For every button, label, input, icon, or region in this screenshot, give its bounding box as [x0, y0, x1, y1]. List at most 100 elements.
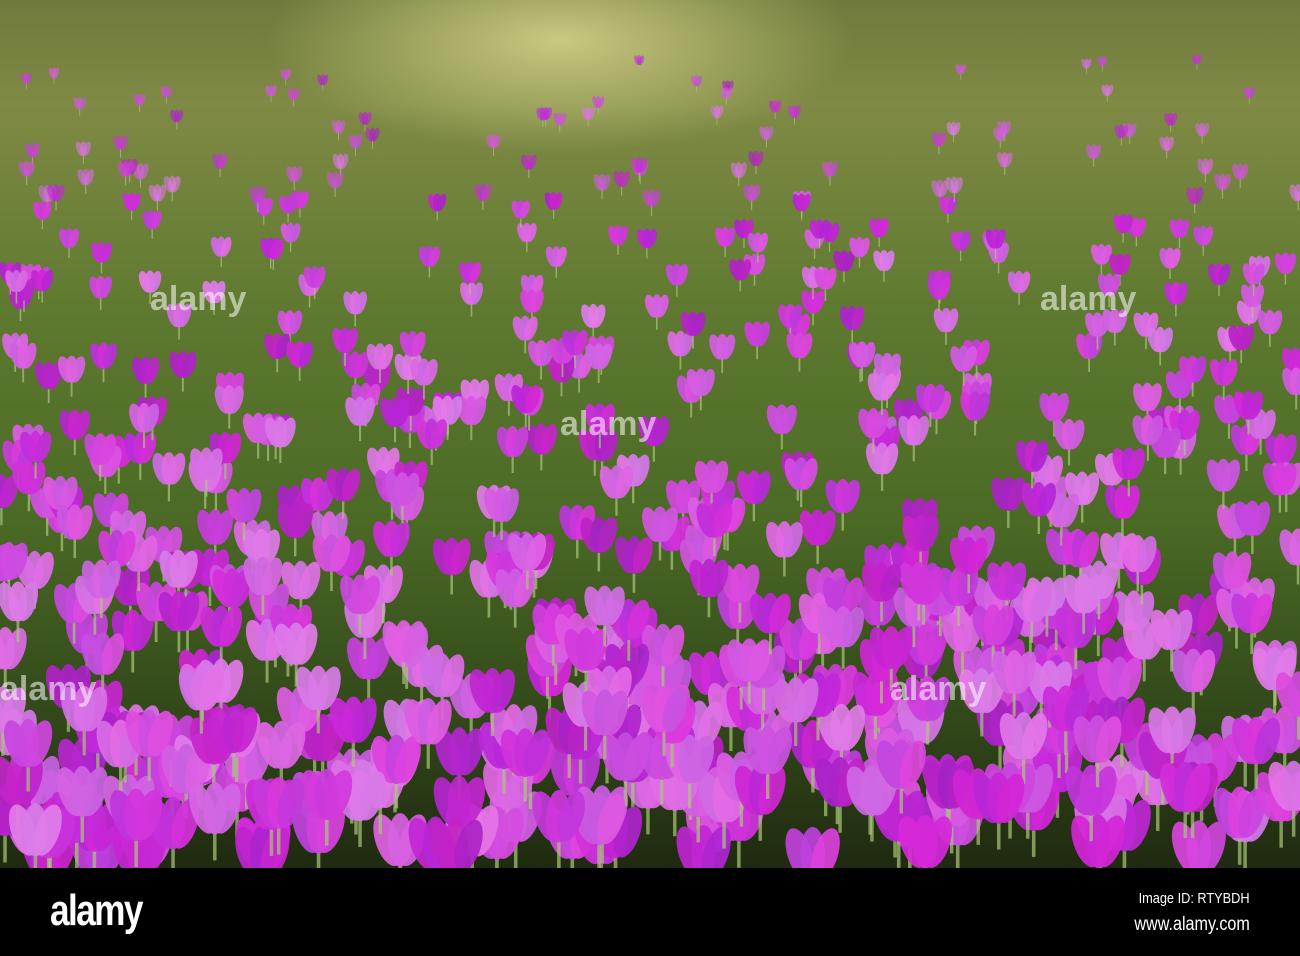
watermark-text: alamy: [890, 670, 987, 708]
crocus-flower: [581, 107, 595, 127]
watermark-text: alamy: [560, 405, 657, 443]
crocus-flower: [474, 183, 492, 210]
crocus-flower: [428, 193, 447, 221]
crocus-flower: [1169, 218, 1190, 248]
watermark-text: alamy: [0, 670, 97, 708]
crocus-flower: [720, 87, 733, 105]
crocus-flower: [460, 281, 484, 317]
crocus-flower: [873, 249, 895, 282]
watermark-text: alamy: [1040, 280, 1137, 318]
crocus-flower: [212, 153, 228, 177]
crocus-flower: [287, 88, 300, 107]
crocus-flower: [938, 196, 957, 224]
crocus-flower: [933, 307, 959, 345]
crocus-flower: [1274, 252, 1297, 285]
crocus-flower: [691, 75, 703, 93]
crocus-flower: [786, 332, 813, 372]
crocus-flower: [898, 415, 930, 462]
crocus-flower: [1086, 144, 1102, 167]
crocus-flower: [950, 230, 971, 262]
crocus-flower: [759, 126, 774, 148]
crocus-flower: [331, 119, 346, 141]
crocus-flower: [748, 150, 764, 175]
crocus-flower: [608, 225, 628, 256]
crocus-flower: [784, 457, 818, 508]
crocus-flower: [1171, 648, 1216, 715]
crocus-flower: [615, 536, 653, 593]
site-url[interactable]: www.alamy.com: [1135, 914, 1250, 936]
crocus-flower: [1232, 163, 1249, 188]
crocus-flower: [545, 246, 567, 278]
crocus-flower: [521, 154, 537, 178]
crocus-flower: [768, 100, 782, 120]
crocus-flower: [122, 192, 141, 220]
alamy-logo[interactable]: alamy: [50, 886, 143, 936]
crocus-flower: [211, 236, 232, 268]
crocus-flower: [1282, 367, 1300, 410]
crocus-flower: [169, 351, 197, 392]
crocus-flower: [1279, 528, 1300, 585]
crocus-flower: [766, 521, 803, 577]
crocus-flower: [486, 133, 501, 156]
crocus-flower: [991, 476, 1026, 529]
crocus-flower: [1289, 184, 1300, 211]
crocus-flower: [867, 372, 897, 416]
crocus-flower: [1206, 458, 1240, 509]
crocus-flower: [1159, 247, 1181, 280]
crocus-flower: [821, 161, 839, 186]
crocus-flower: [1081, 58, 1092, 74]
crocus-flower: [33, 201, 52, 230]
crocus-flower: [544, 191, 563, 219]
crocus-flower: [946, 121, 961, 143]
crocus-flower: [1164, 112, 1178, 133]
crocus-flower: [496, 425, 529, 474]
crocus-flower: [1076, 333, 1103, 373]
crocus-flower: [1007, 270, 1031, 305]
crocus-flower: [280, 68, 292, 86]
crocus-flower: [1243, 86, 1256, 105]
crocus-flower: [927, 276, 951, 312]
crocus-flower: [77, 168, 94, 194]
crocus-flower: [931, 132, 947, 154]
crocus-flower: [59, 228, 79, 259]
stock-photo-page: alamy alamy alamy alamy alamy alamy Image ID…: [0, 0, 1300, 956]
crocus-flower: [170, 109, 184, 130]
crocus-flower: [131, 356, 160, 398]
crocus-flower: [1193, 225, 1214, 256]
crocus-flower: [265, 84, 277, 103]
crocus-flower: [133, 93, 146, 112]
crocus-flower: [373, 520, 410, 576]
crocus-flower: [142, 210, 162, 239]
crocus-flower: [286, 165, 303, 191]
crocus-flower: [613, 170, 630, 196]
crocus-flower: [1195, 122, 1210, 144]
crocus-flower: [286, 341, 313, 381]
crocus-flower: [599, 465, 634, 516]
crocus-flower: [1097, 56, 1108, 72]
crocus-flower: [348, 134, 363, 156]
crocus-flower: [644, 294, 669, 330]
crocus-flower: [1192, 54, 1202, 70]
crocus-flower: [955, 63, 967, 80]
crocus-flower: [148, 184, 167, 211]
crocus-flower: [665, 263, 688, 297]
crocus-flower: [113, 135, 128, 158]
crocus-flower: [710, 105, 724, 125]
crocus-flower: [960, 391, 990, 436]
crocus-flower: [20, 72, 32, 90]
crocus-flower: [634, 55, 645, 71]
crocus-flower: [326, 171, 344, 197]
crocus-flower: [90, 342, 117, 383]
crocus-flower: [636, 228, 657, 259]
crocus-flower: [792, 193, 811, 221]
crocus-flower: [785, 826, 840, 868]
crocus-flower: [89, 275, 112, 310]
crocus-flower: [1197, 158, 1214, 183]
crocus-flower: [214, 385, 244, 429]
crocus-flower: [709, 333, 736, 373]
crocus-flower: [345, 396, 375, 442]
crocus-flower: [676, 825, 731, 868]
image-id: Image ID: RTYBDH: [1138, 890, 1250, 907]
crocus-flower: [416, 418, 448, 465]
crocus-flower: [788, 105, 801, 125]
